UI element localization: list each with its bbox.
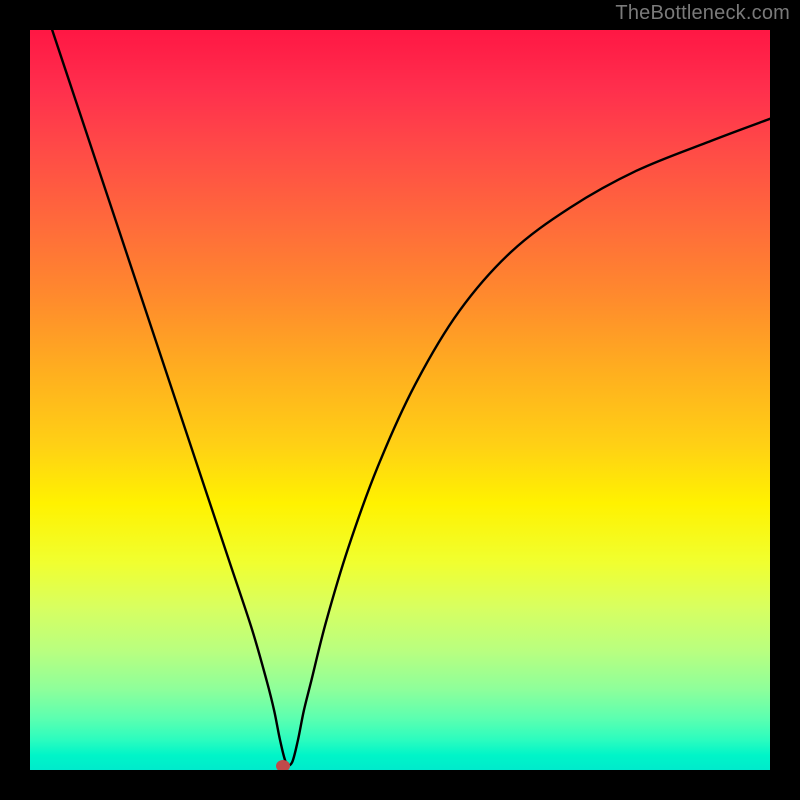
chart-frame: TheBottleneck.com — [0, 0, 800, 800]
plot-area — [30, 30, 770, 770]
bottleneck-curve — [52, 30, 770, 765]
curve-svg — [30, 30, 770, 770]
minimum-marker — [276, 760, 290, 770]
watermark-text: TheBottleneck.com — [615, 2, 790, 25]
